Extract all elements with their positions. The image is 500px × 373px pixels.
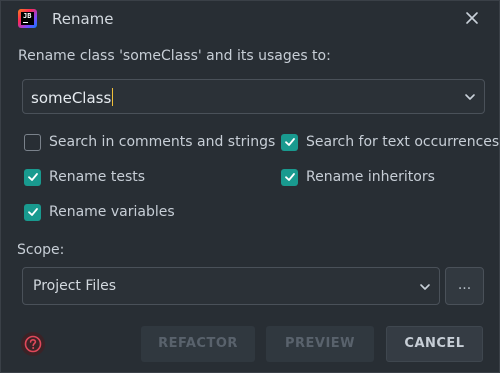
option-label: Search for text occurrences: [306, 134, 500, 150]
new-name-value-wrap: someClass: [31, 88, 114, 107]
dialog-title: Rename: [52, 10, 114, 28]
text-caret: [112, 88, 114, 106]
option-rename-inheritors[interactable]: Rename inheritors: [281, 166, 435, 188]
option-rename-tests[interactable]: Rename tests: [24, 166, 145, 188]
new-name-value: someClass: [31, 89, 112, 107]
refactor-button[interactable]: REFACTOR: [141, 326, 255, 362]
app-icon-inner: JB: [21, 12, 34, 25]
chevron-down-icon: [465, 94, 475, 100]
checkbox-checked[interactable]: [24, 203, 41, 221]
rename-dialog: JB Rename Rename class 'someClass' and i…: [0, 0, 500, 373]
question-circle-icon: [24, 335, 42, 353]
checkbox-checked[interactable]: [281, 168, 298, 186]
close-icon: [466, 12, 478, 24]
scope-select[interactable]: Project Files: [22, 267, 440, 305]
option-label: Rename variables: [49, 204, 175, 220]
option-rename-variables[interactable]: Rename variables: [24, 201, 175, 223]
new-name-input[interactable]: someClass: [22, 79, 485, 114]
help-button[interactable]: [21, 332, 45, 356]
checkmark-icon: [284, 138, 295, 146]
checkbox-unchecked[interactable]: [24, 133, 41, 151]
cancel-button[interactable]: CANCEL: [386, 326, 483, 362]
checkbox-checked[interactable]: [281, 133, 298, 151]
option-label: Rename tests: [49, 169, 146, 185]
option-label: Search in comments and strings: [49, 134, 276, 150]
app-icon-bar: [23, 22, 28, 23]
option-label: Rename inheritors: [306, 169, 435, 185]
checkmark-icon: [284, 173, 295, 181]
preview-button[interactable]: PREVIEW: [266, 326, 374, 362]
checkmark-icon: [27, 173, 38, 181]
scope-dropdown-arrow: [419, 281, 431, 297]
scope-selected-value: Project Files: [33, 278, 117, 294]
checkmark-icon: [27, 208, 38, 216]
scope-label: Scope:: [17, 242, 65, 258]
chevron-down-icon: [420, 284, 430, 290]
app-icon-text: JB: [23, 12, 32, 20]
option-search-comments[interactable]: Search in comments and strings: [24, 131, 275, 153]
scope-browse-button[interactable]: ...: [445, 267, 484, 305]
option-search-text-occurrences[interactable]: Search for text occurrences: [281, 131, 499, 153]
checkbox-checked[interactable]: [24, 168, 41, 186]
rename-prompt-label: Rename class 'someClass' and its usages …: [18, 48, 331, 64]
intellij-app-icon: JB: [18, 9, 37, 28]
close-button[interactable]: [461, 7, 483, 29]
title-bar: JB Rename: [1, 1, 499, 37]
history-dropdown-button[interactable]: [464, 91, 476, 107]
